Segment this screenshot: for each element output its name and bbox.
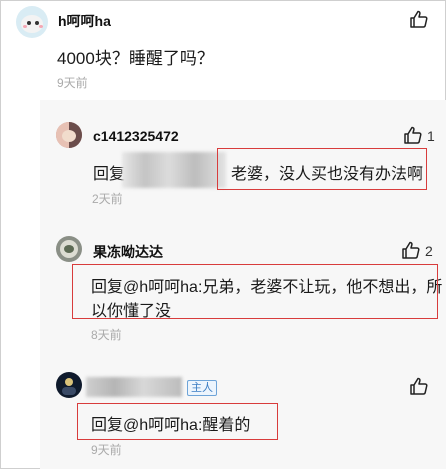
thumbs-up-icon[interactable]	[401, 240, 421, 260]
reply-prefix: 回复	[93, 166, 126, 183]
redacted-username	[86, 377, 182, 397]
highlight-box	[217, 148, 427, 190]
reply-username[interactable]: 果冻呦达达	[93, 242, 163, 262]
avatar[interactable]	[56, 236, 82, 262]
thumbs-up-icon[interactable]	[409, 9, 429, 29]
reply-time: 8天前	[91, 328, 122, 342]
reply-username[interactable]: c1412325472	[93, 128, 179, 144]
reply-time: 9天前	[91, 443, 122, 457]
owner-badge: 主人	[187, 380, 217, 396]
avatar[interactable]	[56, 372, 82, 398]
thumbs-up-icon[interactable]	[409, 376, 429, 396]
like-count: 2	[425, 243, 433, 259]
reply-time: 2天前	[92, 192, 123, 206]
avatar[interactable]	[56, 122, 82, 148]
highlight-box	[72, 264, 438, 319]
highlight-box	[77, 403, 278, 440]
post-content: 4000块？睡醒了吗？	[57, 49, 214, 68]
avatar[interactable]	[16, 6, 48, 38]
post-username[interactable]: h呵呵ha	[58, 11, 111, 31]
thumbs-up-icon[interactable]	[403, 125, 423, 145]
post-time: 9天前	[57, 76, 88, 90]
redacted-username	[122, 152, 226, 188]
like-count: 1	[427, 128, 435, 144]
